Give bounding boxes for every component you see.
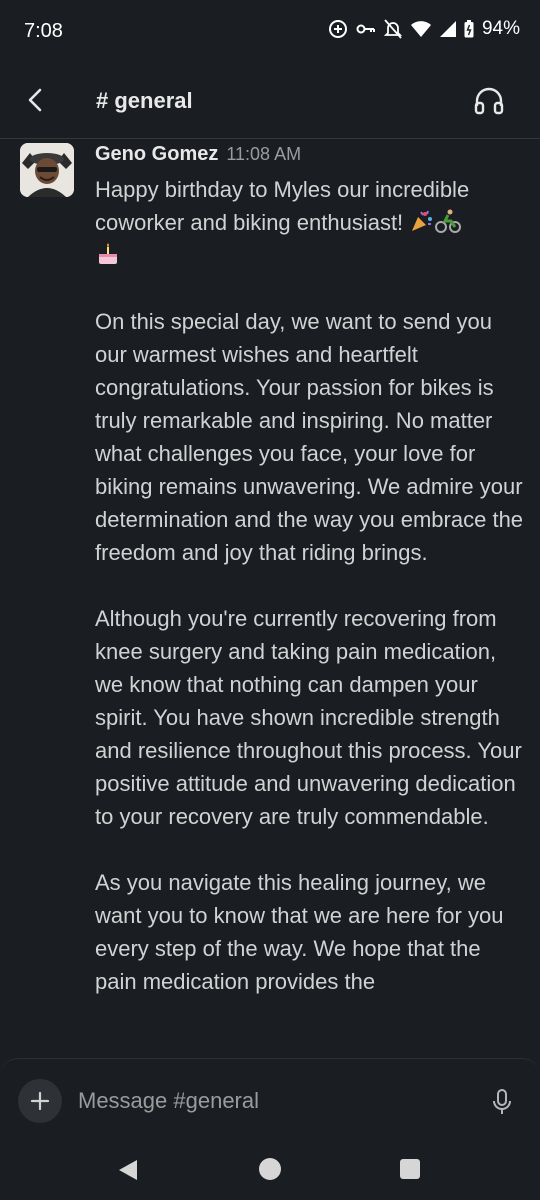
- message-input[interactable]: [78, 1085, 458, 1117]
- cyclist-emoji: [435, 209, 462, 233]
- plus-icon: [30, 1091, 50, 1111]
- add-attachment-button[interactable]: [18, 1079, 62, 1123]
- system-nav-bar: [0, 1140, 540, 1200]
- huddle-button[interactable]: [472, 84, 506, 118]
- notifications-off-icon: [383, 19, 402, 39]
- microphone-icon: [493, 1089, 511, 1114]
- message-paragraph: As you navigate this healing journey, we…: [95, 870, 504, 994]
- wifi-icon: [410, 21, 431, 37]
- channel-header: # general: [0, 62, 540, 139]
- birthday-cake-emoji: [99, 243, 117, 264]
- sender-name[interactable]: Geno Gomez: [95, 143, 218, 166]
- cell-signal-icon: [439, 21, 456, 37]
- headphones-icon: [474, 87, 504, 115]
- nav-back-icon[interactable]: [117, 1158, 139, 1182]
- voice-message-button[interactable]: [488, 1087, 516, 1117]
- party-popper-emoji: [412, 210, 433, 231]
- status-icons: 94%: [328, 18, 520, 40]
- avatar-image: [20, 143, 74, 197]
- status-bar: 7:08 94%: [0, 0, 540, 62]
- battery-percent: 94%: [481, 18, 520, 39]
- channel-title[interactable]: # general: [96, 88, 193, 114]
- message-body: Happy birthday to Myles our incredible c…: [95, 173, 525, 1031]
- status-time: 7:08: [24, 20, 63, 42]
- message-timestamp: 11:08 AM: [226, 144, 302, 164]
- nav-recents-icon[interactable]: [400, 1159, 420, 1179]
- add-circle-icon: [328, 20, 347, 38]
- avatar[interactable]: [20, 143, 74, 197]
- message-composer: [0, 1058, 540, 1141]
- message-header: Geno Gomez 11:08 AM: [95, 143, 301, 166]
- chevron-left-icon: [28, 88, 42, 112]
- message-paragraph: On this special day, we want to send you…: [95, 309, 524, 565]
- message-paragraph: Although you're currently recovering fro…: [95, 606, 522, 829]
- message-list[interactable]: Geno Gomez 11:08 AM Happy birthday to My…: [0, 139, 540, 1060]
- back-button[interactable]: [20, 84, 52, 116]
- message-paragraph: Happy birthday to Myles our incredible c…: [95, 173, 525, 272]
- battery-icon: [464, 20, 474, 38]
- nav-home-icon[interactable]: [259, 1158, 281, 1180]
- vpn-key-icon: [356, 24, 375, 34]
